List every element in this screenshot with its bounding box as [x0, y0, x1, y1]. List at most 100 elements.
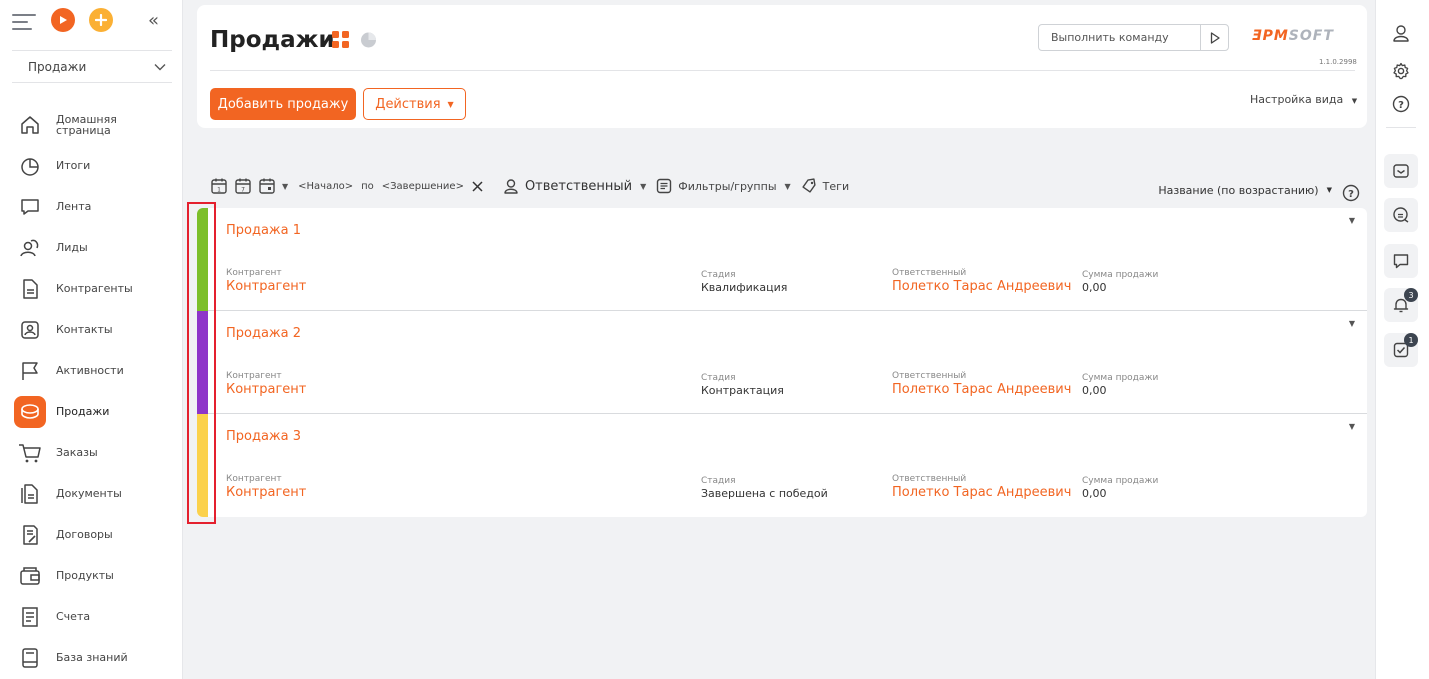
- leads-icon: [18, 236, 42, 260]
- view-settings-label: Настройка вида: [1250, 93, 1344, 106]
- sidebar-item-accounts[interactable]: Контрагенты: [0, 268, 183, 309]
- field-caption: Сумма продажи: [1082, 476, 1159, 486]
- caret-down-icon[interactable]: ▼: [1349, 319, 1355, 328]
- view-settings-button[interactable]: Настройка вида ▼: [1250, 93, 1357, 106]
- sidebar-top: «: [0, 0, 182, 44]
- notifications-button[interactable]: 3: [1384, 288, 1418, 322]
- account-field: Контрагент Контрагент: [226, 268, 306, 294]
- sidebar-item-documents[interactable]: Документы: [0, 473, 183, 514]
- opportunity-title[interactable]: Продажа 3: [226, 429, 301, 444]
- sidebar-item-knowledge-base[interactable]: База знаний: [0, 637, 183, 678]
- email-icon: [1393, 164, 1409, 178]
- caret-down-icon[interactable]: ▼: [640, 182, 646, 191]
- sidebar-item-label: Итоги: [56, 159, 91, 172]
- sidebar-item-dashboards[interactable]: Итоги: [0, 145, 183, 186]
- account-field: Контрагент Контрагент: [226, 474, 306, 500]
- stage-color-strip: [197, 414, 208, 517]
- close-icon[interactable]: [472, 180, 483, 192]
- period-by-label: по: [361, 180, 374, 192]
- stage-color-strip: [197, 208, 208, 311]
- settings-button[interactable]: [1384, 54, 1418, 88]
- sidebar-item-label: Контакты: [56, 323, 113, 336]
- menu-icon[interactable]: [12, 14, 36, 30]
- sidebar-item-home[interactable]: Домашняя страница: [0, 104, 183, 145]
- quick-add-button[interactable]: [89, 8, 113, 32]
- sidebar-item-opportunities[interactable]: Продажи: [0, 391, 183, 432]
- sidebar-item-label: Лента: [56, 200, 92, 213]
- owner-link[interactable]: Полетко Тарас Андреевич: [892, 382, 1071, 397]
- workplace-select[interactable]: Продажи: [12, 50, 172, 83]
- command-line[interactable]: Выполнить команду: [1038, 24, 1229, 51]
- help-icon: ?: [1392, 95, 1410, 113]
- home-icon: [18, 113, 42, 137]
- caret-down-icon[interactable]: ▼: [785, 182, 791, 191]
- owner-filter[interactable]: Ответственный: [525, 179, 632, 194]
- actions-label: Действия: [375, 96, 441, 112]
- invoice-icon: [18, 605, 42, 629]
- tags-button[interactable]: Теги: [823, 180, 849, 193]
- email-button[interactable]: [1384, 154, 1418, 188]
- filter-bar: 1 7 ▼ <Начало> по <Завершение> Ответстве…: [210, 172, 1360, 202]
- amount-value: 0,00: [1082, 384, 1107, 397]
- caret-down-icon[interactable]: ▼: [1327, 186, 1332, 194]
- profile-button[interactable]: [1384, 16, 1418, 50]
- owner-link[interactable]: Полетко Тарас Андреевич: [892, 485, 1071, 500]
- owner-link[interactable]: Полетко Тарас Андреевич: [892, 279, 1071, 294]
- owner-field: Ответственный Полетко Тарас Андреевич: [892, 268, 1071, 294]
- field-caption: Сумма продажи: [1082, 270, 1159, 280]
- sidebar-item-products[interactable]: Продукты: [0, 555, 183, 596]
- sidebar-item-label: Лиды: [56, 241, 88, 254]
- period-start[interactable]: <Начало>: [298, 181, 353, 192]
- opportunities-list: Продажа 1 ▼ Контрагент Контрагент Стадия…: [197, 208, 1367, 517]
- calendar-week-icon[interactable]: 7: [234, 177, 252, 195]
- contract-icon: [18, 523, 42, 547]
- sidebar-item-activities[interactable]: Активности: [0, 350, 183, 391]
- list-item[interactable]: Продажа 1 ▼ Контрагент Контрагент Стадия…: [197, 208, 1367, 311]
- list-item[interactable]: Продажа 2 ▼ Контрагент Контрагент Стадия…: [197, 311, 1367, 414]
- sidebar-item-contacts[interactable]: Контакты: [0, 309, 183, 350]
- sidebar-item-label: Договоры: [56, 528, 113, 541]
- field-caption: Ответственный: [892, 371, 967, 381]
- logo-part-2: SOFT: [1288, 28, 1334, 44]
- sort-button[interactable]: Название (по возрастанию): [1158, 184, 1318, 197]
- opportunity-title[interactable]: Продажа 1: [226, 223, 301, 238]
- amount-field: Сумма продажи 0,00: [1082, 270, 1158, 295]
- sidebar-item-leads[interactable]: Лиды: [0, 227, 183, 268]
- left-sidebar: « Продажи Домашняя страница Итоги Лента: [0, 0, 183, 679]
- command-input[interactable]: Выполнить команду: [1039, 31, 1200, 44]
- sidebar-item-feed[interactable]: Лента: [0, 186, 183, 227]
- caret-down-icon[interactable]: ▼: [282, 182, 288, 191]
- actions-button[interactable]: Действия ▼: [363, 88, 466, 120]
- account-link[interactable]: Контрагент: [226, 485, 306, 500]
- sidebar-item-orders[interactable]: Заказы: [0, 432, 183, 473]
- chats-button[interactable]: [1384, 198, 1418, 232]
- account-link[interactable]: Контрагент: [226, 382, 306, 397]
- sidebar-item-label: Продукты: [56, 569, 114, 582]
- help-icon[interactable]: ?: [1342, 184, 1360, 202]
- sort-area: Название (по возрастанию) ▼ ?: [1158, 178, 1360, 202]
- chat-bubble-icon: [18, 195, 42, 219]
- sidebar-item-contracts[interactable]: Договоры: [0, 514, 183, 555]
- period-end[interactable]: <Завершение>: [382, 181, 464, 192]
- document-icon: [18, 277, 42, 301]
- run-command-button[interactable]: [1200, 25, 1228, 50]
- account-link[interactable]: Контрагент: [226, 279, 306, 294]
- caret-down-icon[interactable]: ▼: [1349, 422, 1355, 431]
- knowledge-base-icon: [18, 646, 42, 670]
- sidebar-item-label: Активности: [56, 364, 124, 377]
- calendar-period-icon[interactable]: [258, 177, 276, 195]
- feed-button[interactable]: [1384, 244, 1418, 278]
- add-opportunity-button[interactable]: Добавить продажу: [210, 88, 356, 120]
- filters-groups-button[interactable]: Фильтры/группы: [678, 180, 776, 193]
- opportunity-title[interactable]: Продажа 2: [226, 326, 301, 341]
- run-process-button[interactable]: [51, 8, 75, 32]
- caret-down-icon[interactable]: ▼: [1349, 216, 1355, 225]
- sidebar-item-invoices[interactable]: Счета: [0, 596, 183, 637]
- analytics-view-icon[interactable]: [360, 31, 377, 52]
- tasks-button[interactable]: 1: [1384, 333, 1418, 367]
- collapse-sidebar-icon[interactable]: «: [148, 10, 159, 31]
- help-button[interactable]: ?: [1384, 87, 1418, 121]
- grid-view-icon[interactable]: [332, 31, 349, 52]
- list-item[interactable]: Продажа 3 ▼ Контрагент Контрагент Стадия…: [197, 414, 1367, 517]
- calendar-day-icon[interactable]: 1: [210, 177, 228, 195]
